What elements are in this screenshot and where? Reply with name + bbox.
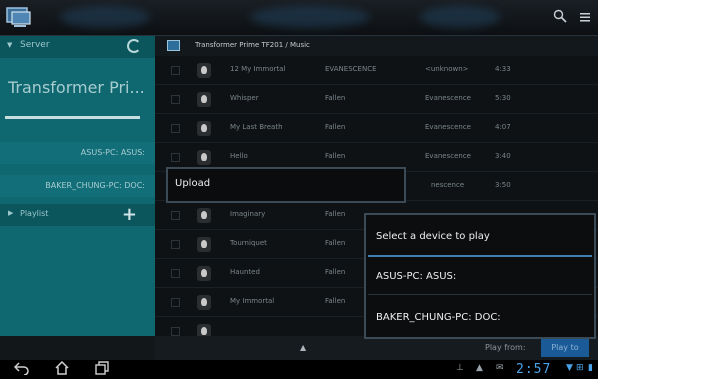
bottom-toolbar: ▲ Play from: Play to xyxy=(155,336,598,360)
table-row[interactable]: Whisper Fallen Evanescence 5:30 xyxy=(155,85,598,114)
table-row[interactable]: 12 My Immortal EVANESCENCE <unknown> 4:3… xyxy=(155,56,598,85)
table-row[interactable]: My Last Breath Fallen Evanescence 4:07 xyxy=(155,114,598,143)
dialog-divider xyxy=(368,255,592,257)
track-duration: 3:40 xyxy=(495,152,511,160)
album-art-icon xyxy=(197,237,211,252)
sidebar-host-label: ASUS-PC: ASUS: xyxy=(80,148,145,157)
back-icon[interactable] xyxy=(13,361,30,379)
dialog-title: Select a device to play xyxy=(376,231,490,242)
track-artist: nescence xyxy=(431,181,465,189)
sidebar: ▼ Server Transformer Pri... ASUS-PC: ASU… xyxy=(0,36,155,336)
app-icon[interactable] xyxy=(6,6,32,28)
sidebar-host-label: BAKER_CHUNG-PC: DOC: xyxy=(45,181,145,190)
album-art-icon xyxy=(197,150,211,165)
track-album: Fallen xyxy=(325,94,346,102)
mail-icon: ✉ xyxy=(496,363,504,373)
track-title: My Immortal xyxy=(230,297,275,305)
usb-icon: ⊥ xyxy=(456,363,464,373)
device-option-asus[interactable]: ASUS-PC: ASUS: xyxy=(376,271,456,282)
action-bar xyxy=(0,0,598,36)
playlist-label: Playlist xyxy=(20,209,49,218)
track-album: Fallen xyxy=(325,152,346,160)
folder-icon[interactable] xyxy=(167,40,180,51)
track-album: Fallen xyxy=(325,268,346,276)
track-title: Haunted xyxy=(230,268,260,276)
album-art-icon xyxy=(197,295,211,310)
album-art-icon xyxy=(197,121,211,136)
option-divider xyxy=(368,294,592,295)
album-art-icon xyxy=(197,92,211,107)
upload-menu-item[interactable]: Upload xyxy=(175,178,210,189)
chevron-right-icon: ▶ xyxy=(8,209,14,217)
dock-icon: ⊞ xyxy=(576,363,584,373)
expand-up-icon[interactable]: ▲ xyxy=(300,343,306,352)
track-title: Hello xyxy=(230,152,248,160)
track-duration: 3:50 xyxy=(495,181,511,189)
play-to-button[interactable]: Play to xyxy=(541,339,589,357)
track-title: My Last Breath xyxy=(230,123,283,131)
play-from-label[interactable]: Play from: xyxy=(485,343,526,352)
device-option-baker[interactable]: BAKER_CHUNG-PC: DOC: xyxy=(376,312,501,323)
track-title: Whisper xyxy=(230,94,259,102)
wifi-icon: ▼ xyxy=(566,363,573,373)
row-checkbox[interactable] xyxy=(171,298,180,307)
row-checkbox[interactable] xyxy=(171,95,180,104)
search-icon[interactable] xyxy=(550,8,570,28)
track-duration: 5:30 xyxy=(495,94,511,102)
clock: 2:57 xyxy=(516,362,552,377)
server-header[interactable]: ▼ Server xyxy=(0,36,155,58)
warning-icon: ▲ xyxy=(476,363,483,373)
track-album: Fallen xyxy=(325,210,346,218)
track-album: Fallen xyxy=(325,297,346,305)
system-bar: ⊥ ▲ ✉ 2:57 ▼ ⊞ ▮ xyxy=(0,360,598,379)
track-artist: Evanescence xyxy=(425,94,471,102)
track-album: Fallen xyxy=(325,239,346,247)
decor-glow xyxy=(250,6,370,28)
playlist-header[interactable]: ▶ Playlist + xyxy=(0,204,155,226)
album-art-icon xyxy=(197,208,211,223)
decor-glow xyxy=(420,6,500,28)
track-duration: 4:07 xyxy=(495,123,511,131)
upload-menu: Upload xyxy=(166,167,406,203)
chevron-down-icon: ▼ xyxy=(7,41,13,49)
selected-indicator xyxy=(5,116,140,119)
server-label: Server xyxy=(20,40,50,50)
track-album: Fallen xyxy=(325,123,346,131)
screen: ▼ Server Transformer Pri... ASUS-PC: ASU… xyxy=(0,0,714,379)
recent-apps-icon[interactable] xyxy=(94,361,110,379)
plus-icon[interactable]: + xyxy=(122,204,137,225)
battery-icon: ▮ xyxy=(588,363,593,373)
row-checkbox[interactable] xyxy=(171,327,180,336)
row-checkbox[interactable] xyxy=(171,124,180,133)
row-checkbox[interactable] xyxy=(171,153,180,162)
device-title[interactable]: Transformer Pri... xyxy=(8,78,145,97)
track-title: Imaginary xyxy=(230,210,266,218)
track-duration: 4:33 xyxy=(495,65,511,73)
row-checkbox[interactable] xyxy=(171,240,180,249)
home-icon[interactable] xyxy=(54,360,70,379)
track-title: Tourniquet xyxy=(230,239,267,247)
refresh-icon[interactable] xyxy=(127,39,141,53)
track-artist: Evanescence xyxy=(425,152,471,160)
album-art-icon xyxy=(197,266,211,281)
row-checkbox[interactable] xyxy=(171,66,180,75)
overflow-menu-icon[interactable] xyxy=(575,8,595,28)
album-art-icon xyxy=(197,63,211,78)
breadcrumb-path: Transformer Prime TF201 / Music xyxy=(195,41,310,49)
select-device-dialog: Select a device to play ASUS-PC: ASUS: B… xyxy=(364,213,596,339)
track-artist: <unknown> xyxy=(425,65,469,73)
row-checkbox[interactable] xyxy=(171,211,180,220)
row-checkbox[interactable] xyxy=(171,269,180,278)
breadcrumb: Transformer Prime TF201 / Music xyxy=(155,36,598,56)
decor-glow xyxy=(60,6,150,28)
sidebar-footer xyxy=(0,336,155,360)
track-album: EVANESCENCE xyxy=(325,65,377,73)
track-title: 12 My Immortal xyxy=(230,65,286,73)
track-artist: Evanescence xyxy=(425,123,471,131)
